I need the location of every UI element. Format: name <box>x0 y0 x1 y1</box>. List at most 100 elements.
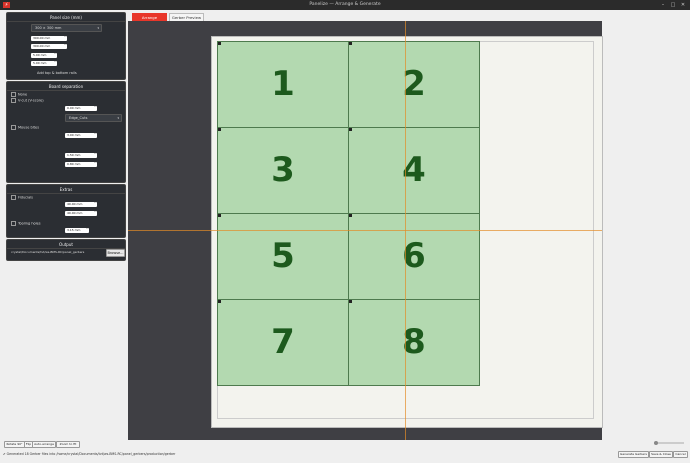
panel-size-group: Panel size (mm) 300 × 300 mm ▾ 300.00 mm… <box>6 12 126 80</box>
mouse-bites-label: Mouse bites <box>18 125 40 130</box>
panel-width-value: 300.00 mm <box>33 36 51 40</box>
pcb-board[interactable]: 8 <box>348 299 480 386</box>
close-icon[interactable]: ✕ <box>680 2 686 8</box>
pcb-board[interactable]: 3 <box>217 127 349 214</box>
board-separation-header: Board separation <box>7 82 125 91</box>
board-number: 8 <box>402 322 426 362</box>
vcut-offset-value: 0.00 mm <box>67 106 81 110</box>
output-path-field[interactable]: crystal/Documents/tvt/ws-BMS-RC/panel_ge… <box>9 250 105 255</box>
rail-top-field[interactable]: 5.00 mm ⇕ <box>31 52 57 58</box>
checkbox-icon <box>11 221 16 226</box>
spin-icon[interactable]: ⇕ <box>94 105 96 109</box>
rotate-button[interactable]: Rotate 90° <box>4 441 25 448</box>
horizontal-guide <box>128 230 602 231</box>
fiducial-2-field[interactable]: 40.00 mm ⇕ <box>65 210 97 216</box>
fiducial-1-field[interactable]: 40.00 mm ⇕ <box>65 201 97 207</box>
preset-value: 300 × 300 mm <box>35 26 62 30</box>
tooling-holes-label: Tooling holes <box>18 221 41 226</box>
pcb-board[interactable]: 2 <box>348 41 480 128</box>
pcb-board[interactable]: 1 <box>217 41 349 128</box>
corner-marker <box>218 42 221 45</box>
pcb-board[interactable]: 6 <box>348 213 480 300</box>
rail-bottom-value: 5.00 mm <box>33 61 47 65</box>
fiducial-2-value: 40.00 mm <box>67 211 83 215</box>
spin-icon[interactable]: ⇕ <box>94 132 96 136</box>
tooling-holes-field[interactable]: 3.15 mm ⇕ <box>65 227 89 233</box>
browse-button[interactable]: Browse... <box>106 249 125 257</box>
corner-marker <box>349 300 352 303</box>
layer-value: Edge_Cuts <box>69 116 88 120</box>
fiducials-checkbox[interactable]: Fiducials <box>11 195 33 200</box>
spin-icon[interactable]: ⇕ <box>94 201 96 205</box>
sidebar: Panel size (mm) 300 × 300 mm ▾ 300.00 mm… <box>4 12 126 261</box>
status-text: ✔ Generated 18 Gerber files into /home/c… <box>3 452 176 456</box>
sep-none-radio[interactable]: None <box>11 92 27 97</box>
maximize-icon[interactable]: □ <box>670 2 676 8</box>
checkbox-icon <box>11 125 16 130</box>
add-rails-label: Add top & bottom rails <box>37 71 77 75</box>
tooling-holes-checkbox[interactable]: Tooling holes <box>11 221 41 226</box>
output-group: Output crystal/Documents/tvt/ws-BMS-RC/p… <box>6 239 126 261</box>
spin-icon[interactable]: ⇕ <box>64 43 66 47</box>
vcut-offset-field[interactable]: 0.00 mm ⇕ <box>65 105 97 111</box>
corner-marker <box>349 214 352 217</box>
board-number: 4 <box>402 150 426 190</box>
radio-icon <box>11 98 16 103</box>
spin-icon[interactable]: ⇕ <box>94 152 96 156</box>
pcb-board[interactable]: 7 <box>217 299 349 386</box>
panel-width-field[interactable]: 300.00 mm ⇕ <box>31 35 67 41</box>
cancel-button[interactable]: Cancel <box>673 451 688 458</box>
board-number: 6 <box>402 236 426 276</box>
radio-icon <box>11 92 16 97</box>
spin-icon[interactable]: ⇕ <box>54 60 56 64</box>
panel-height-value: 300.00 mm <box>33 44 51 48</box>
bottom-bar: Rotate 90° Flip Auto-arrange Zoom to fit… <box>0 440 690 463</box>
preset-select[interactable]: 300 × 300 mm ▾ <box>31 24 102 32</box>
mb-size-field[interactable]: 3.00 mm ⇕ <box>65 132 97 138</box>
corner-marker <box>349 42 352 45</box>
mb-size-value: 3.00 mm <box>67 133 81 137</box>
add-rails-checkbox[interactable]: Add top & bottom rails <box>37 71 77 75</box>
title-bar: ⚡ Panelize — Arrange & Generate – □ ✕ <box>0 0 690 10</box>
zoom-to-fit-button[interactable]: Zoom to fit <box>56 441 80 448</box>
spin-icon[interactable]: ⇕ <box>94 210 96 214</box>
layer-select[interactable]: Edge_Cuts ▾ <box>65 114 122 122</box>
output-header: Output <box>7 240 125 249</box>
mb-spacing-value: 1.50 mm <box>67 153 81 157</box>
zoom-slider[interactable] <box>654 441 684 445</box>
vertical-guide <box>405 21 406 440</box>
spin-icon[interactable]: ⇕ <box>86 227 88 231</box>
chevron-down-icon: ▾ <box>97 26 99 30</box>
mb-spacing-field[interactable]: 1.50 mm ⇕ <box>65 152 97 158</box>
chevron-down-icon: ▾ <box>117 116 119 120</box>
corner-marker <box>218 214 221 217</box>
extras-header: Extras <box>7 185 125 194</box>
auto-arrange-button[interactable]: Auto-arrange <box>32 441 56 448</box>
sep-vcut-label: V-cut (V-score) <box>18 98 44 103</box>
mb-offset-field[interactable]: 0.80 mm ⇕ <box>65 161 97 167</box>
pcb-board[interactable]: 5 <box>217 213 349 300</box>
minimize-icon[interactable]: – <box>660 2 666 8</box>
corner-marker <box>349 128 352 131</box>
sep-vcut-radio[interactable]: V-cut (V-score) <box>11 98 44 103</box>
board-number: 3 <box>271 150 295 190</box>
rail-top-value: 5.00 mm <box>33 53 47 57</box>
rail-bottom-field[interactable]: 5.00 mm ⇕ <box>31 60 57 66</box>
save-close-button[interactable]: Save & Close <box>649 451 673 458</box>
spin-icon[interactable]: ⇕ <box>94 161 96 165</box>
slider-knob[interactable] <box>654 441 658 445</box>
spin-icon[interactable]: ⇕ <box>64 35 66 39</box>
corner-marker <box>218 128 221 131</box>
board-separation-group: Board separation None V-cut (V-score) 0.… <box>6 81 126 183</box>
mouse-bites-checkbox[interactable]: Mouse bites <box>11 125 39 130</box>
panel-size-header: Panel size (mm) <box>7 13 125 22</box>
sep-none-label: None <box>18 92 28 97</box>
pcb-board[interactable]: 4 <box>348 127 480 214</box>
panel-height-field[interactable]: 300.00 mm ⇕ <box>31 43 67 49</box>
extras-group: Extras Fiducials 40.00 mm ⇕ 40.00 mm ⇕ Too… <box>6 184 126 238</box>
fiducials-label: Fiducials <box>18 195 34 200</box>
generate-gerbers-button[interactable]: Generate Gerbers <box>618 451 649 458</box>
checkbox-icon <box>11 195 16 200</box>
spin-icon[interactable]: ⇕ <box>54 52 56 56</box>
board-number: 2 <box>402 64 426 104</box>
